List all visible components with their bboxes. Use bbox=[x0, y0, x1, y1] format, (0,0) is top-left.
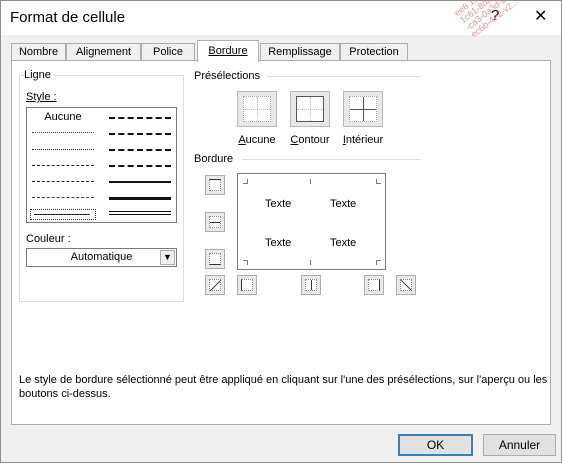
preset-none-button[interactable] bbox=[237, 91, 277, 127]
border-tab-panel: Ligne Style : Aucune Couleur : Automatiq… bbox=[11, 60, 551, 425]
tab-remplissage[interactable]: Remplissage bbox=[260, 43, 340, 61]
tab-alignement[interactable]: Alignement bbox=[66, 43, 141, 61]
preset-inside-button[interactable] bbox=[343, 91, 383, 127]
border-left-icon bbox=[241, 279, 253, 291]
border-left-button[interactable] bbox=[237, 275, 257, 295]
line-style-none[interactable]: Aucune bbox=[27, 111, 99, 123]
color-label: Couleur : bbox=[26, 233, 74, 245]
style-label: Style : bbox=[26, 91, 60, 103]
line-style-thin-selected[interactable] bbox=[30, 209, 96, 220]
border-top-icon bbox=[209, 179, 221, 191]
border-middle-horizontal-button[interactable] bbox=[205, 212, 225, 232]
preset-outline-button[interactable] bbox=[290, 91, 330, 127]
color-dropdown[interactable]: Automatique ▼ bbox=[26, 248, 177, 267]
line-style-medium-dash-dot[interactable] bbox=[109, 149, 171, 151]
ligne-group-title: Ligne bbox=[24, 69, 54, 81]
tab-police[interactable]: Police bbox=[141, 43, 195, 61]
line-style-thick[interactable] bbox=[109, 197, 171, 200]
preview-text-top-left: Texte bbox=[265, 198, 292, 210]
presets-group-title: Présélections bbox=[194, 70, 264, 82]
line-style-double[interactable] bbox=[109, 211, 171, 215]
line-style-hair[interactable] bbox=[32, 132, 94, 133]
diagonal-up-icon bbox=[209, 279, 222, 292]
dialog-title: Format de cellule bbox=[10, 9, 126, 26]
border-group-title: Bordure bbox=[194, 153, 237, 165]
description-text: Le style de bordure sélectionné peut êtr… bbox=[19, 374, 548, 400]
border-preview[interactable]: Texte Texte Texte Texte bbox=[237, 173, 386, 270]
line-style-dash-dot[interactable] bbox=[32, 181, 94, 182]
border-right-icon bbox=[368, 279, 380, 291]
border-top-button[interactable] bbox=[205, 175, 225, 195]
tab-strip: Nombre Alignement Police Bordure Remplis… bbox=[11, 40, 551, 62]
close-button[interactable]: ✕ bbox=[534, 6, 547, 26]
color-dropdown-value: Automatique bbox=[70, 251, 133, 263]
line-style-dash-dot-dot[interactable] bbox=[32, 165, 94, 166]
ok-button[interactable]: OK bbox=[398, 434, 473, 456]
border-bottom-icon bbox=[209, 253, 221, 265]
diagonal-down-icon bbox=[400, 279, 413, 292]
border-inside-vertical-icon bbox=[305, 279, 317, 291]
line-style-medium-dashed[interactable] bbox=[109, 165, 171, 167]
cancel-button[interactable]: Annuler bbox=[483, 434, 556, 456]
tab-protection[interactable]: Protection bbox=[340, 43, 408, 61]
border-bottom-button[interactable] bbox=[205, 249, 225, 269]
border-right-button[interactable] bbox=[364, 275, 384, 295]
tab-nombre[interactable]: Nombre bbox=[11, 43, 66, 61]
border-middle-vertical-button[interactable] bbox=[301, 275, 321, 295]
preview-text-bottom-left: Texte bbox=[265, 237, 292, 249]
preview-text-top-right: Texte bbox=[330, 198, 357, 210]
preview-text-bottom-right: Texte bbox=[330, 237, 357, 249]
line-style-medium-dash-dot-dot[interactable] bbox=[109, 117, 171, 119]
preset-outline-label[interactable]: Contour bbox=[286, 134, 334, 146]
preset-none-icon bbox=[243, 96, 271, 122]
line-style-medium[interactable] bbox=[109, 181, 171, 183]
border-diagonal-up-button[interactable] bbox=[205, 275, 225, 295]
tab-bordure[interactable]: Bordure bbox=[197, 40, 259, 62]
preset-outline-icon bbox=[296, 96, 324, 122]
preset-inside-icon bbox=[349, 96, 377, 122]
preset-inside-label[interactable]: Intérieur bbox=[338, 134, 388, 146]
chevron-down-icon[interactable]: ▼ bbox=[160, 250, 175, 265]
line-style-slanted-dash-dot[interactable] bbox=[109, 133, 171, 135]
border-diagonal-down-button[interactable] bbox=[396, 275, 416, 295]
format-cells-dialog: Format de cellule ? ✕ ee6 16ae8e 1c61-8d… bbox=[0, 0, 562, 463]
border-inside-horizontal-icon bbox=[209, 216, 221, 228]
title-bar: Format de cellule ? ✕ ee6 16ae8e 1c61-8d… bbox=[1, 0, 561, 39]
line-style-dashed[interactable] bbox=[32, 197, 94, 198]
preset-none-label[interactable]: Aucune bbox=[237, 134, 277, 146]
line-style-list[interactable]: Aucune bbox=[26, 107, 177, 223]
line-style-dotted[interactable] bbox=[32, 149, 94, 150]
